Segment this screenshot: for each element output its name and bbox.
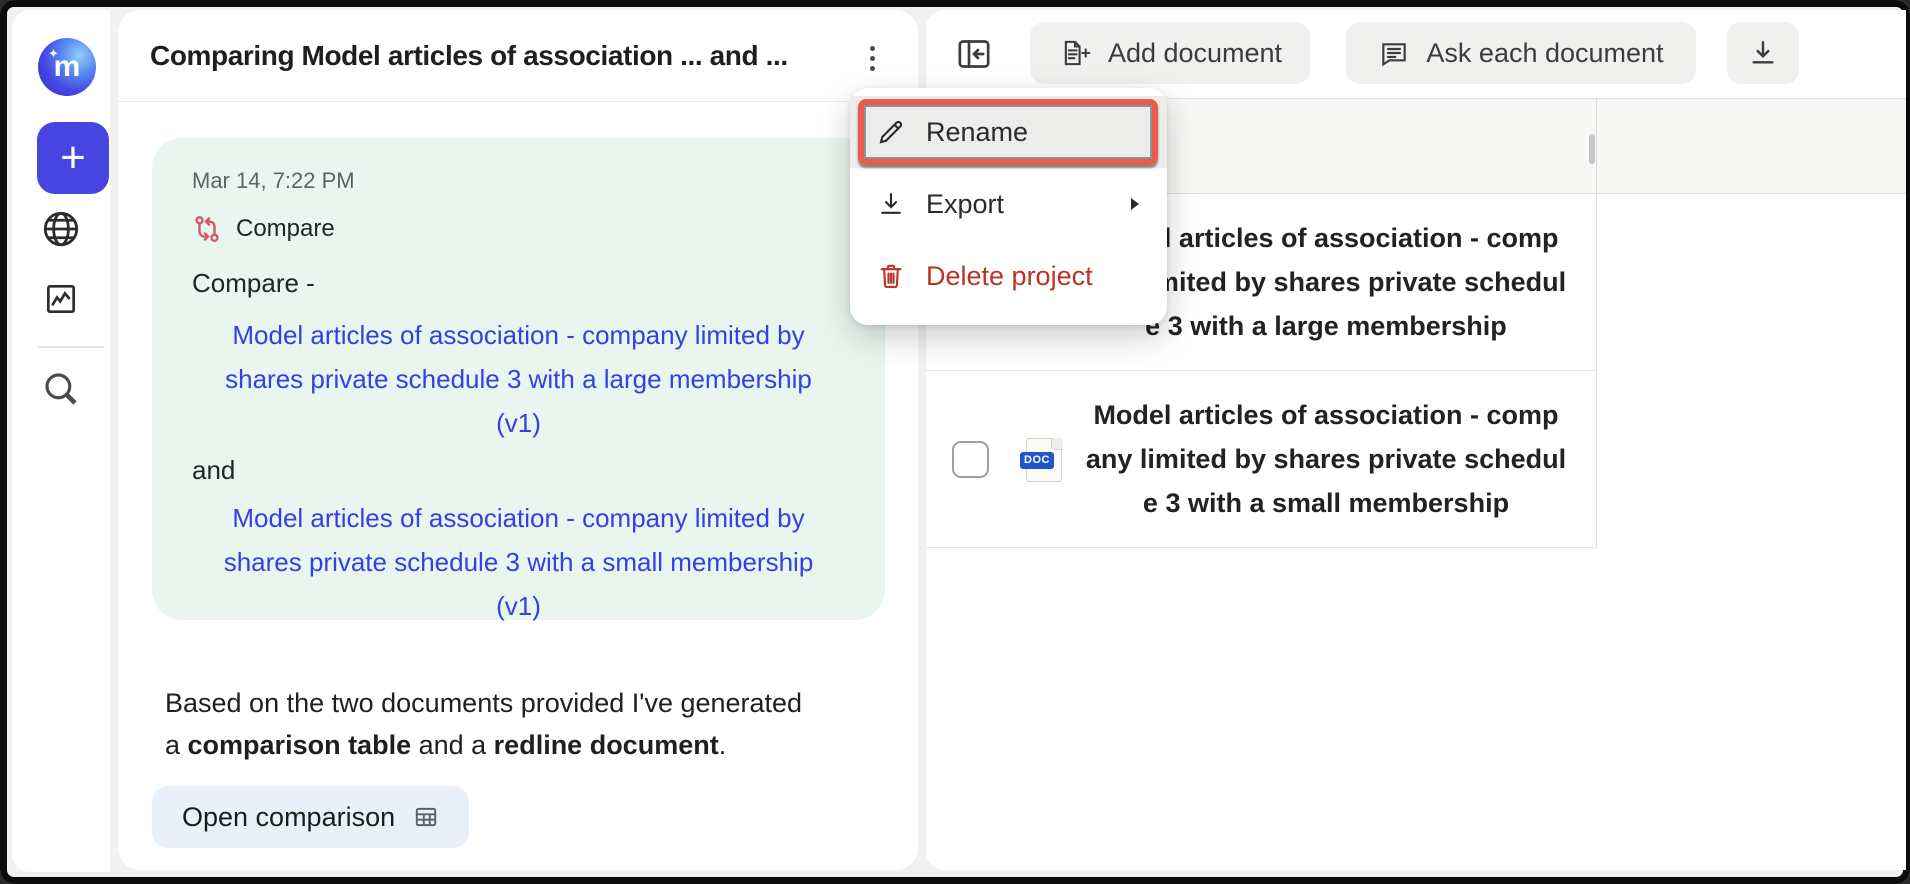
plus-icon: +	[60, 133, 86, 182]
project-menu-button[interactable]	[854, 38, 890, 78]
project-menu-popup: Rename Export	[850, 88, 1167, 325]
ask-each-document-button[interactable]: Ask each document	[1346, 22, 1696, 84]
open-comparison-button[interactable]: Open comparison	[152, 786, 469, 848]
app-logo[interactable]: ✦ m	[38, 38, 96, 96]
table-icon	[413, 804, 439, 830]
delete-project-label: Delete project	[926, 261, 1093, 292]
compare-intro: Compare -	[192, 268, 845, 299]
add-document-icon	[1058, 36, 1092, 70]
logo-sparkle-icon: ✦	[48, 46, 59, 62]
trash-icon	[876, 261, 906, 291]
app-window: ✦ m +	[0, 0, 1910, 884]
document-row-2[interactable]: DOC Model articles of association - comp…	[926, 371, 1596, 548]
sidebar-item-search[interactable]	[12, 368, 110, 410]
document-2-name: Model articles of association - comp any…	[1080, 371, 1572, 547]
documents-toolbar: Add document Ask each document	[926, 22, 1906, 84]
globe-icon	[40, 208, 82, 250]
doc-file-icon: DOC	[1026, 438, 1062, 482]
collapse-panel-icon	[954, 34, 998, 74]
chat-panel: Comparing Model articles of association …	[118, 10, 918, 870]
project-title: Comparing Model articles of association …	[150, 40, 850, 72]
compare-action-label: Compare	[236, 215, 335, 243]
export-label: Export	[926, 189, 1004, 220]
submenu-caret-icon	[1127, 196, 1143, 212]
menu-item-export[interactable]: Export	[850, 168, 1167, 240]
sidebar-item-analytics[interactable]	[12, 280, 110, 318]
kebab-icon	[854, 46, 890, 71]
table-column-divider	[1596, 98, 1597, 548]
sidebar-item-browse[interactable]	[12, 208, 110, 250]
compare-message-card: Mar 14, 7:22 PM Compare Compare - Model	[152, 138, 885, 620]
document-link-2[interactable]: Model articles of association - company …	[192, 496, 845, 628]
ask-each-document-label: Ask each document	[1426, 38, 1663, 69]
compare-icon	[192, 214, 222, 244]
download-all-button[interactable]	[1727, 22, 1799, 84]
table-scrollbar-thumb[interactable]	[1589, 134, 1595, 164]
add-document-label: Add document	[1108, 38, 1282, 69]
chart-icon	[42, 280, 80, 318]
chat-header: Comparing Model articles of association …	[118, 10, 918, 102]
message-timestamp: Mar 14, 7:22 PM	[192, 168, 845, 194]
open-comparison-label: Open comparison	[182, 802, 395, 833]
export-icon	[876, 189, 906, 219]
collapse-panel-button[interactable]	[954, 32, 998, 76]
download-icon	[1727, 37, 1799, 69]
new-project-button[interactable]: +	[37, 122, 109, 194]
search-icon	[40, 368, 82, 410]
assistant-response: Based on the two documents provided I've…	[165, 682, 895, 766]
menu-item-delete-project[interactable]: Delete project	[850, 240, 1167, 312]
pencil-icon	[876, 117, 906, 147]
document-2-checkbox[interactable]	[952, 441, 989, 478]
connector-text: and	[192, 455, 845, 486]
compare-action-row: Compare	[192, 214, 845, 244]
sidebar: ✦ m +	[12, 10, 110, 872]
add-document-button[interactable]: Add document	[1030, 22, 1310, 84]
rename-label: Rename	[926, 117, 1028, 148]
chat-bubble-icon	[1378, 37, 1410, 69]
menu-item-rename[interactable]: Rename	[850, 96, 1167, 168]
document-link-1[interactable]: Model articles of association - company …	[192, 313, 845, 445]
sidebar-divider	[38, 346, 104, 348]
